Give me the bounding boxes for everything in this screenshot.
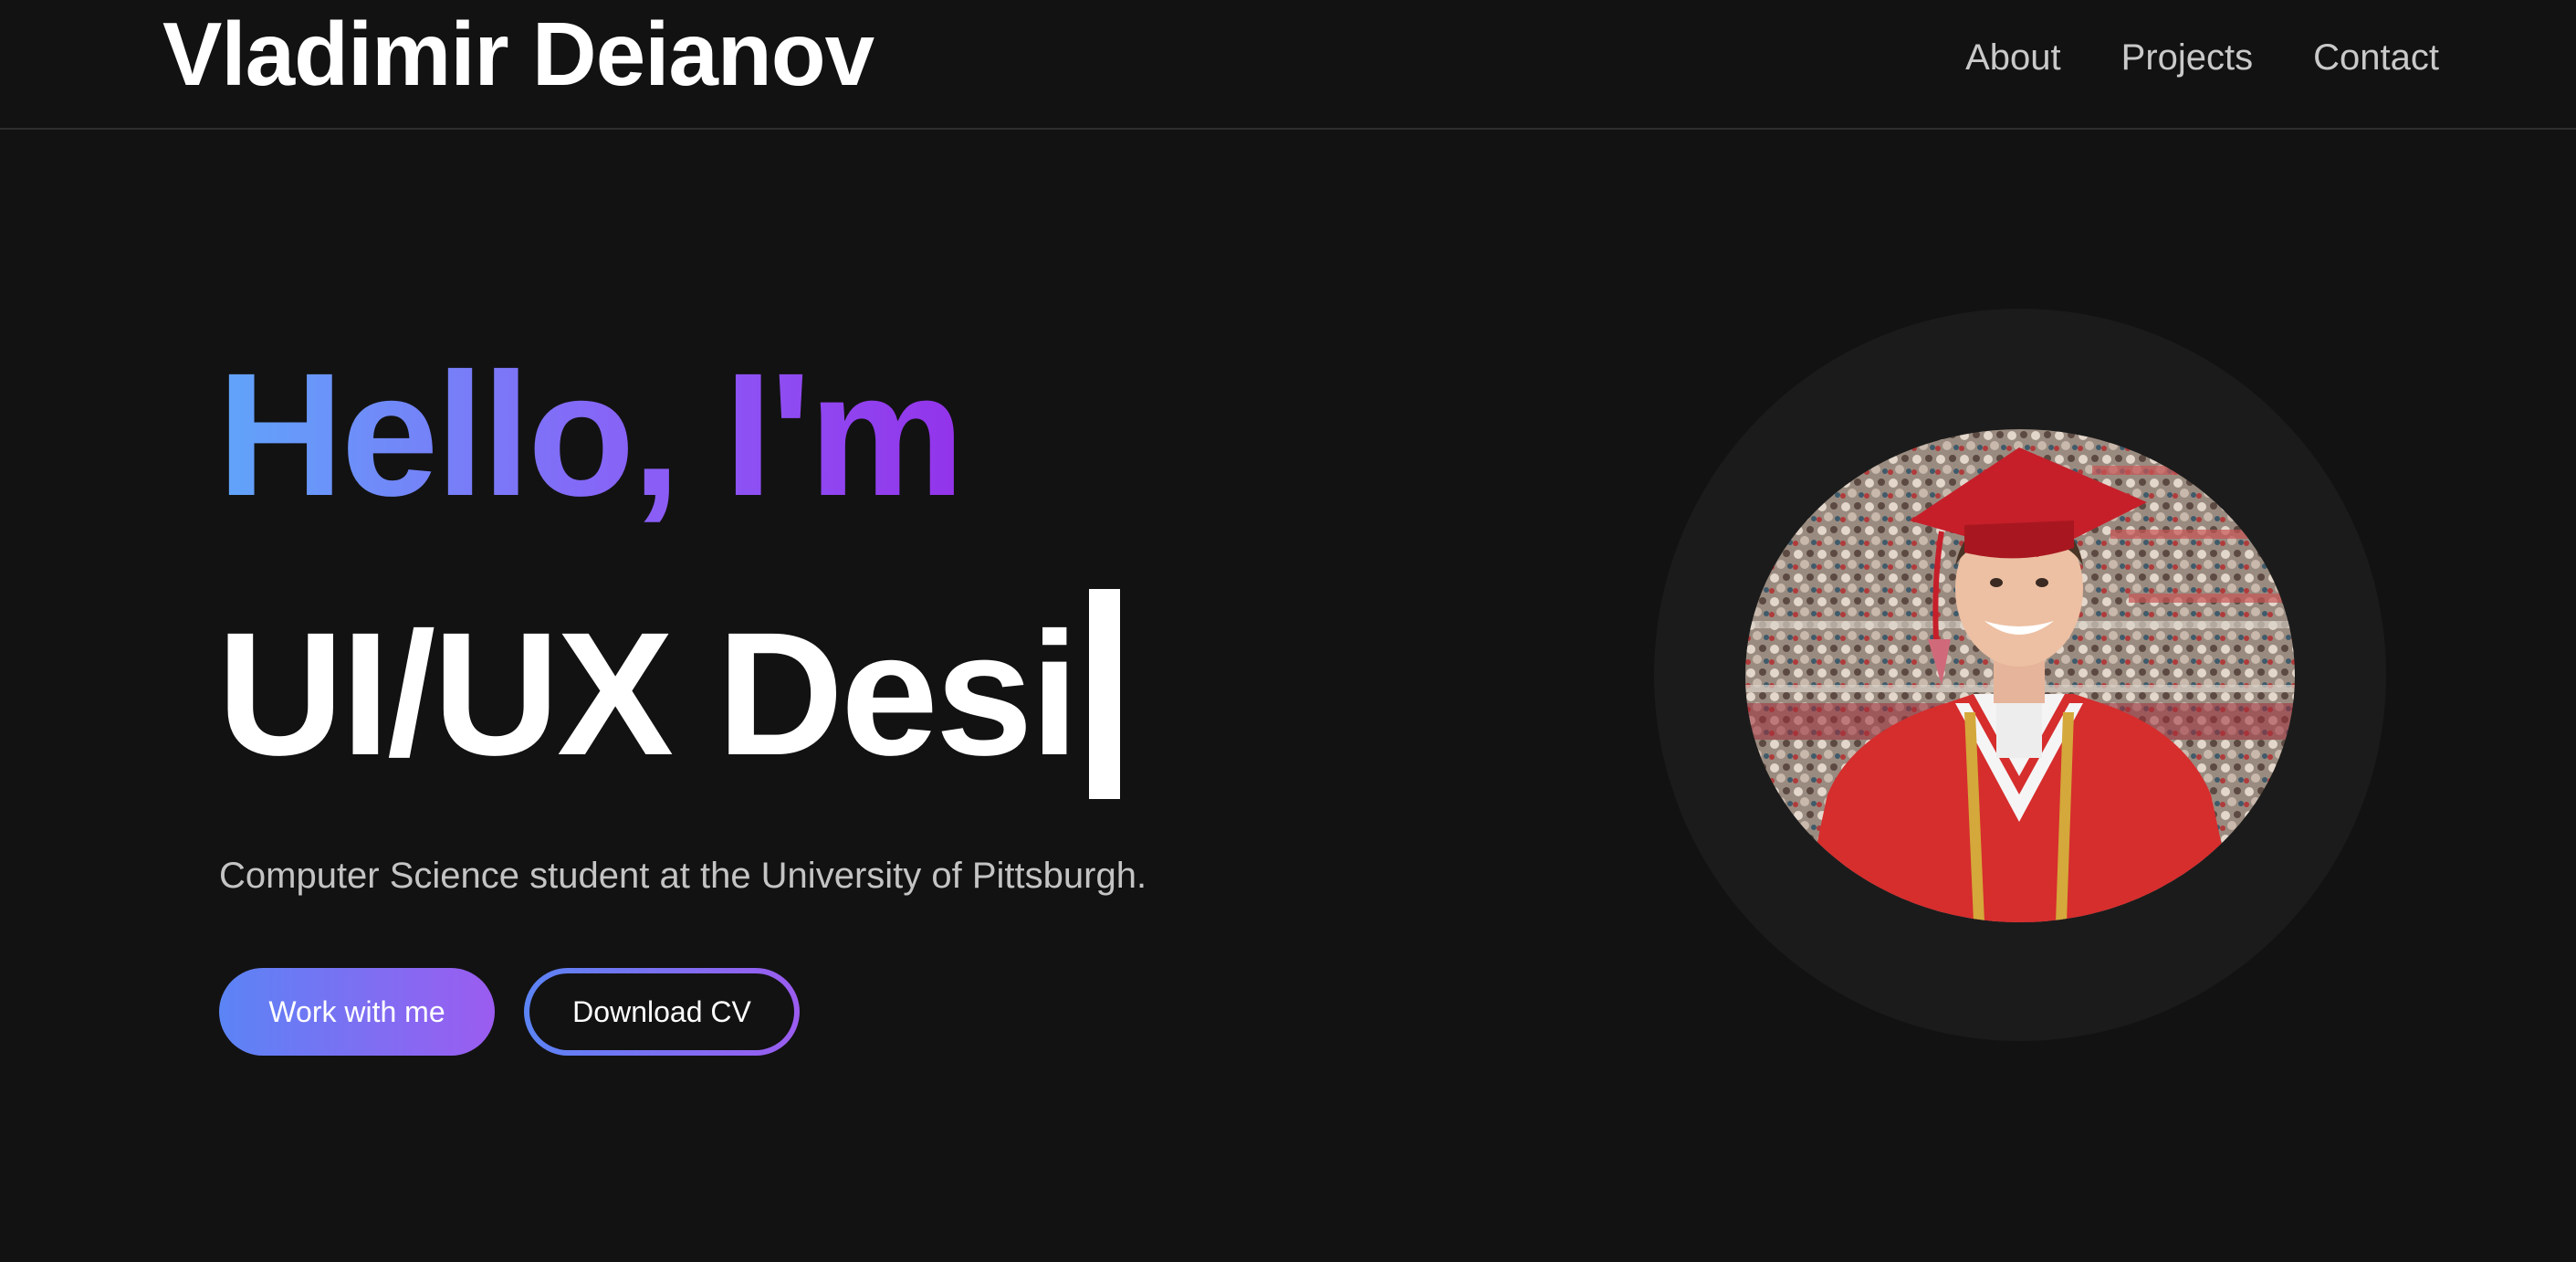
typing-caret <box>1088 589 1120 799</box>
hero-subtitle: Computer Science student at the Universi… <box>219 856 1147 896</box>
hero-typed-line: UI/UX Desi <box>217 584 1120 804</box>
profile-photo <box>1745 429 2295 922</box>
main-nav: About Projects Contact <box>1965 31 2439 84</box>
nav-link-contact[interactable]: Contact <box>2313 31 2439 84</box>
site-brand[interactable]: Vladimir Deianov <box>162 5 874 104</box>
hero-typed-role: UI/UX Desi <box>217 595 1079 792</box>
graduation-portrait-icon <box>1745 429 2295 922</box>
site-header: Vladimir Deianov About Projects Contact <box>0 0 2576 130</box>
download-cv-border: Download CV <box>524 968 800 1056</box>
nav-link-projects[interactable]: Projects <box>2121 31 2254 84</box>
hero-greeting: Hello, I'm <box>217 336 965 532</box>
download-cv-button[interactable]: Download CV <box>529 973 794 1050</box>
work-with-me-button[interactable]: Work with me <box>219 968 495 1056</box>
nav-link-about[interactable]: About <box>1965 31 2061 84</box>
